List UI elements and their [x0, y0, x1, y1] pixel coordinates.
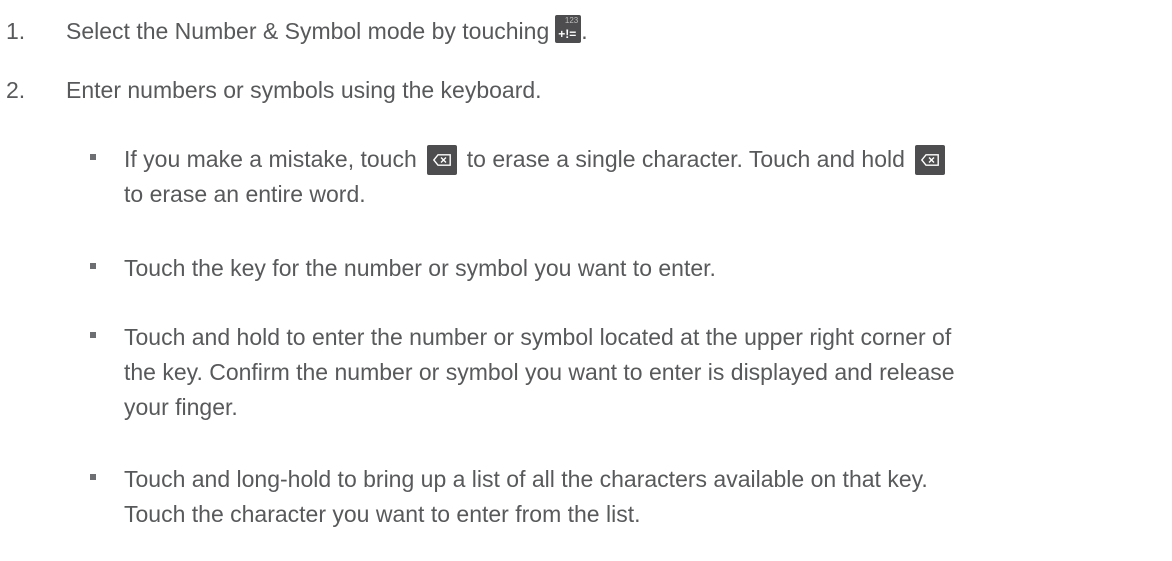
bullet-marker: [90, 332, 96, 338]
number-symbol-key-big-label: +!=: [558, 26, 577, 41]
step-1-number: 1.: [6, 18, 26, 44]
number-symbol-key-icon: 123 +!=: [555, 14, 582, 43]
bullet-line: to erase an entire word.: [124, 181, 366, 207]
step-2-number: 2.: [6, 77, 26, 103]
bullet-text: Touch and long-hold to bring up a list o…: [124, 462, 1172, 532]
step-2-text: Enter numbers or symbols using the keybo…: [66, 77, 542, 103]
bullet-marker: [90, 154, 96, 160]
step-1-text: Select the Number & Symbol mode by touch…: [66, 14, 588, 47]
bullet-line: Touch the key for the number or symbol y…: [124, 255, 716, 281]
bullet-line: If you make a mistake, touch to erase a s…: [124, 142, 1172, 177]
bullet-line: the key. Confirm the number or symbol yo…: [124, 359, 955, 385]
step-1-text-before: Select the Number & Symbol mode by touch…: [66, 18, 550, 44]
bullet-marker: [90, 474, 96, 480]
bullet-marker: [90, 263, 96, 269]
bullet-text: Touch the key for the number or symbol y…: [124, 251, 1172, 286]
bullet-line: Touch and long-hold to bring up a list o…: [124, 466, 928, 492]
number-symbol-key-small-label: 123: [564, 15, 579, 25]
bullet-line: Touch the character you want to enter fr…: [124, 501, 641, 527]
delete-key-icon: [426, 144, 457, 175]
bullet-text: Touch and hold to enter the number or sy…: [124, 320, 1172, 425]
bullet-text: If you make a mistake, touch to erase a s…: [124, 142, 1172, 212]
step-1-text-after: .: [581, 18, 588, 44]
bullet-line: Touch and hold to enter the number or sy…: [124, 324, 952, 350]
bullet-1-text-part1: If you make a mistake, touch: [124, 146, 417, 172]
bullet-line: your finger.: [124, 394, 238, 420]
bullet-1-text-part2: to erase a single character. Touch and h…: [466, 146, 905, 172]
delete-key-icon: [914, 144, 945, 175]
